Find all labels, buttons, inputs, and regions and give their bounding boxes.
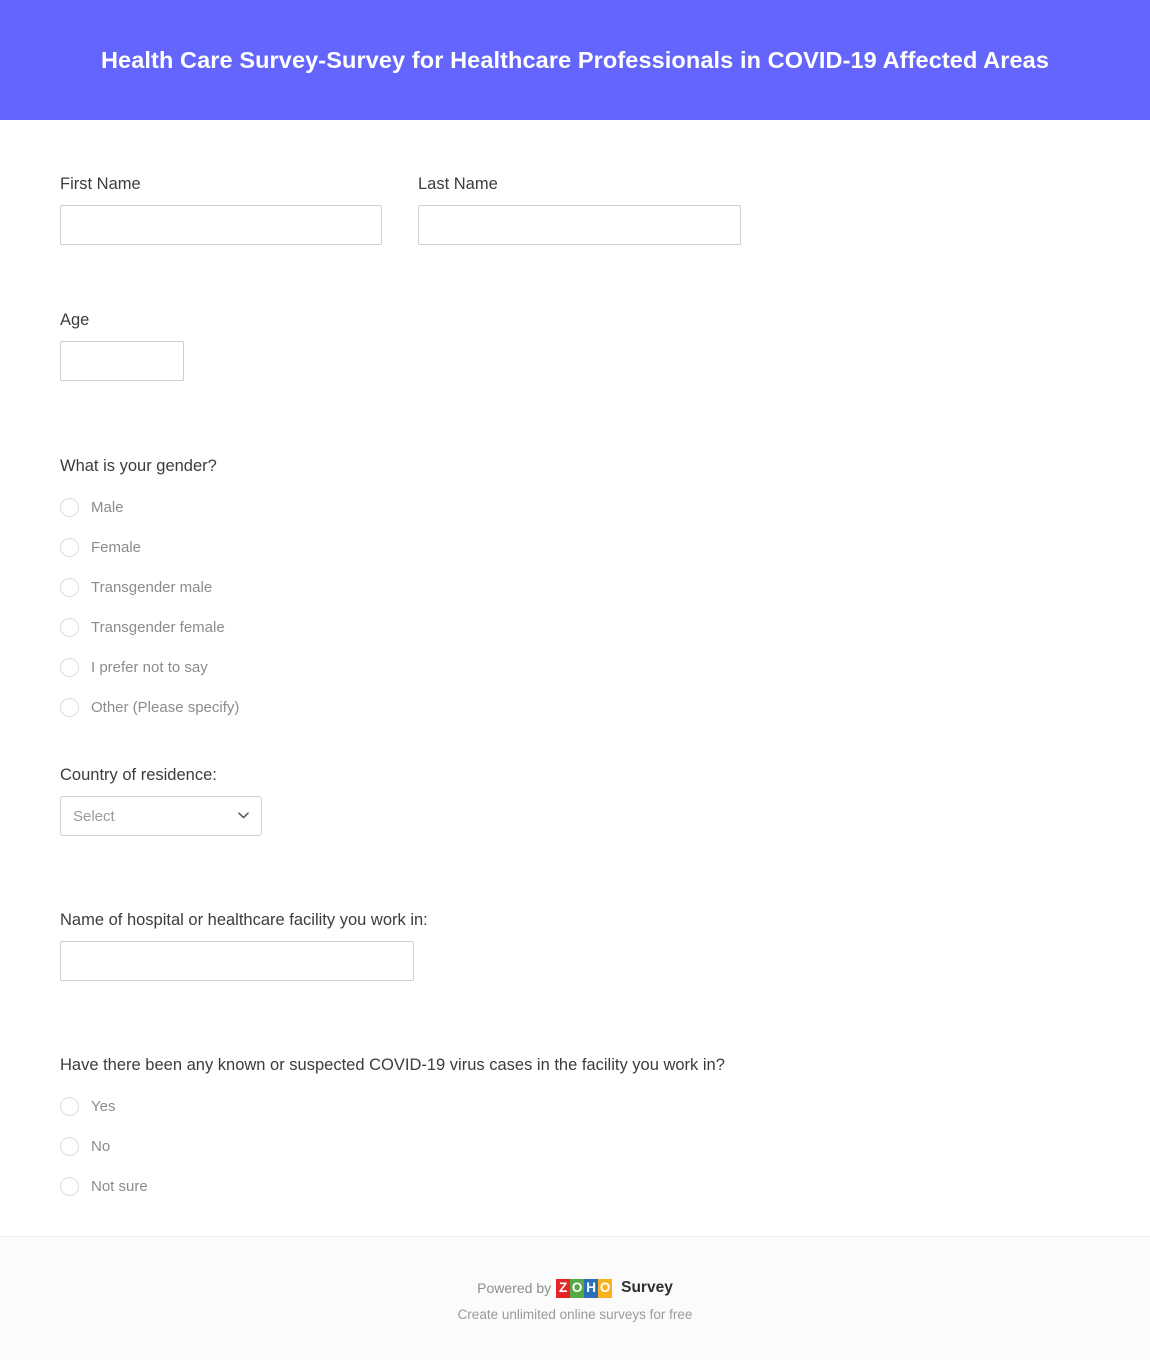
gender-option-male[interactable]: Male: [60, 487, 239, 527]
question-last-name: Last Name: [418, 174, 741, 246]
zoho-tile-z: Z: [556, 1278, 571, 1298]
radio-label: Male: [91, 498, 124, 516]
radio-icon[interactable]: [60, 1096, 79, 1116]
gender-label: What is your gender?: [60, 457, 217, 475]
covid-cases-label: Have there been any known or suspected C…: [60, 1056, 725, 1074]
covid-option-not-sure[interactable]: Not sure: [60, 1166, 725, 1206]
zoho-tile-o2: O: [598, 1278, 613, 1298]
last-name-input[interactable]: [418, 205, 741, 246]
gender-option-female[interactable]: Female: [60, 527, 239, 567]
radio-icon[interactable]: [60, 1176, 79, 1196]
covid-cases-radio-group: Yes No Not sure: [60, 1086, 725, 1206]
age-label: Age: [60, 311, 90, 329]
question-age: Age: [60, 310, 184, 382]
radio-label: No: [91, 1137, 111, 1155]
powered-by-row: Powered by Z O H O Survey: [477, 1277, 673, 1299]
radio-label: Transgender female: [91, 618, 225, 636]
survey-header-banner: Health Care Survey-Survey for Healthcare…: [0, 0, 1150, 120]
survey-footer: Powered by Z O H O Survey Create unlimit…: [0, 1236, 1150, 1360]
radio-icon[interactable]: [60, 657, 79, 677]
radio-icon[interactable]: [60, 617, 79, 637]
radio-label: Transgender male: [91, 578, 213, 596]
zoho-tile-h: H: [584, 1278, 599, 1298]
radio-label: I prefer not to say: [91, 658, 208, 676]
facility-name-label: Name of hospital or healthcare facility …: [60, 911, 428, 929]
radio-icon[interactable]: [60, 577, 79, 597]
zoho-tile-o1: O: [570, 1278, 585, 1298]
country-select[interactable]: Select: [60, 796, 262, 837]
question-first-name: First Name: [60, 174, 382, 246]
last-name-label: Last Name: [418, 175, 498, 193]
covid-option-yes[interactable]: Yes: [60, 1086, 725, 1126]
zoho-logo-icon: Z O H O: [556, 1278, 613, 1298]
page-title: Health Care Survey-Survey for Healthcare…: [100, 46, 1049, 73]
country-select-box[interactable]: Select: [60, 796, 262, 837]
first-name-input[interactable]: [60, 205, 382, 246]
question-country: Country of residence: Select: [60, 765, 262, 837]
radio-label: Female: [91, 538, 142, 556]
age-input[interactable]: [60, 341, 184, 382]
survey-form-body: First Name Last Name Age What is your ge…: [0, 120, 1150, 1236]
radio-icon[interactable]: [60, 697, 79, 717]
radio-icon[interactable]: [60, 537, 79, 557]
radio-icon[interactable]: [60, 497, 79, 517]
brand-suffix-text: Survey: [621, 1279, 673, 1296]
facility-name-input[interactable]: [60, 941, 414, 982]
powered-by-text: Powered by: [477, 1280, 552, 1296]
question-gender: What is your gender? Male Female Transge…: [60, 456, 239, 727]
gender-option-prefer-not-to-say[interactable]: I prefer not to say: [60, 647, 239, 687]
radio-label: Other (Please specify): [91, 698, 240, 716]
radio-icon[interactable]: [60, 1136, 79, 1156]
first-name-label: First Name: [60, 175, 141, 193]
footer-tagline: Create unlimited online surveys for free: [457, 1307, 693, 1322]
question-covid-cases: Have there been any known or suspected C…: [60, 1055, 725, 1206]
gender-radio-group: Male Female Transgender male Transgender…: [60, 487, 239, 727]
gender-option-transgender-female[interactable]: Transgender female: [60, 607, 239, 647]
question-facility-name: Name of hospital or healthcare facility …: [60, 910, 428, 982]
country-label: Country of residence:: [60, 766, 217, 784]
radio-label: Not sure: [91, 1177, 148, 1195]
covid-option-no[interactable]: No: [60, 1126, 725, 1166]
radio-label: Yes: [91, 1097, 116, 1115]
gender-option-transgender-male[interactable]: Transgender male: [60, 567, 239, 607]
gender-option-other[interactable]: Other (Please specify): [60, 687, 239, 727]
country-selected-value: Select: [73, 807, 115, 825]
